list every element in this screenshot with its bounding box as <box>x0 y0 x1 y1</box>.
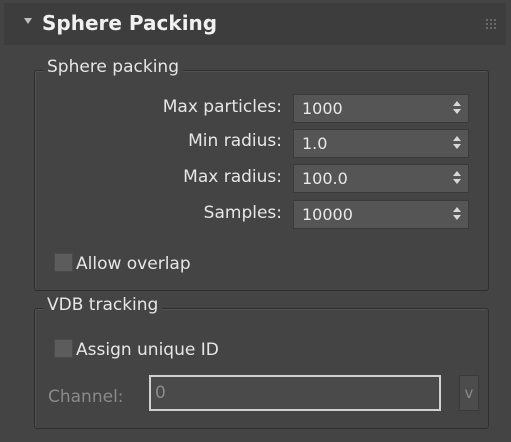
rollout-header[interactable]: Sphere Packing <box>4 3 506 45</box>
allow-overlap-label[interactable]: Allow overlap <box>76 254 191 274</box>
spinner-arrows-icon[interactable] <box>453 207 461 221</box>
max-radius-spinner[interactable]: 100.0 <box>293 164 469 193</box>
group-title: Sphere packing <box>43 57 183 77</box>
collapse-arrow-icon[interactable] <box>24 18 32 24</box>
sphere-packing-rollout: Sphere Packing Sphere packing Max partic… <box>4 3 506 437</box>
rollout-title: Sphere Packing <box>42 11 218 35</box>
samples-label: Samples: <box>203 203 282 223</box>
assign-unique-id-label[interactable]: Assign unique ID <box>76 340 219 360</box>
max-radius-label: Max radius: <box>183 167 282 187</box>
max-radius-value[interactable]: 100.0 <box>302 169 348 188</box>
spinner-arrows-icon[interactable] <box>453 171 461 185</box>
channel-value[interactable]: 0 <box>155 383 166 403</box>
max-particles-value[interactable]: 1000 <box>302 99 343 118</box>
spinner-arrows-icon[interactable] <box>453 136 461 150</box>
min-radius-spinner[interactable]: 1.0 <box>293 129 469 158</box>
samples-value[interactable]: 10000 <box>302 205 353 224</box>
channel-input[interactable]: 0 <box>149 375 441 411</box>
allow-overlap-checkbox[interactable] <box>54 253 73 272</box>
drag-grip-icon[interactable] <box>486 19 496 29</box>
max-particles-label: Max particles: <box>162 97 282 117</box>
samples-spinner[interactable]: 10000 <box>293 200 469 229</box>
min-radius-label: Min radius: <box>188 131 282 151</box>
channel-picker-button[interactable]: v <box>459 375 479 411</box>
channel-label: Channel: <box>48 387 124 407</box>
spinner-arrows-icon[interactable] <box>453 101 461 115</box>
group-title: VDB tracking <box>43 295 163 315</box>
min-radius-value[interactable]: 1.0 <box>302 134 327 153</box>
assign-unique-id-checkbox[interactable] <box>54 339 73 358</box>
max-particles-spinner[interactable]: 1000 <box>293 94 469 123</box>
